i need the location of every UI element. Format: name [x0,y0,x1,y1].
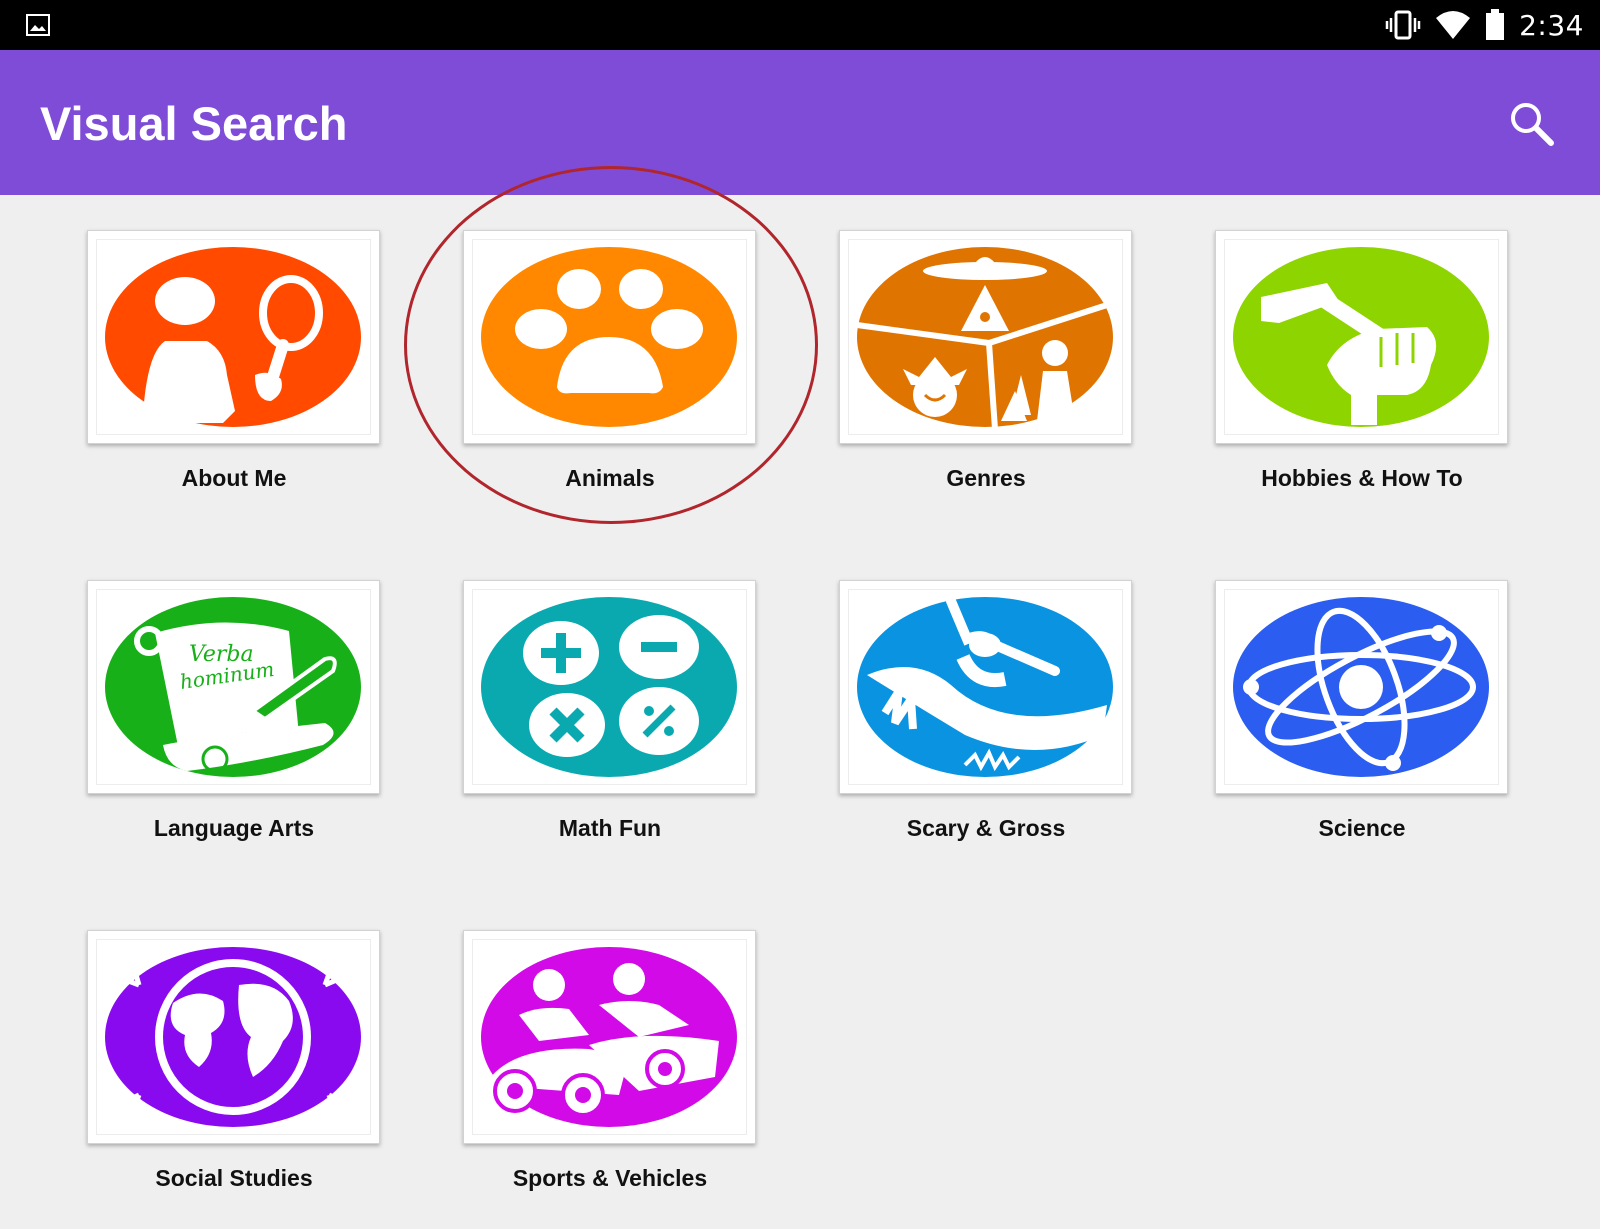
tile-image-frame [472,589,747,785]
search-button[interactable] [1506,98,1558,150]
math-symbols-icon [481,597,737,777]
category-tile-language-arts[interactable]: Verba hominum [87,580,380,794]
category-label: Language Arts [153,815,315,841]
icon-background-oval [105,247,361,427]
status-icons: 2:34 [1385,6,1584,44]
genres-icon [856,247,1113,429]
hammer-fist-icon [1233,247,1489,427]
category-label: Scary & Gross [906,815,1066,841]
category-tile-about-me[interactable] [87,230,380,444]
icon-background-oval [105,947,361,1127]
tile-image-frame [848,589,1123,785]
category-label: Social Studies [155,1165,313,1191]
category-tile-sports-vehicles[interactable] [463,930,756,1144]
category-label: Genres [946,465,1026,491]
category-label: Hobbies & How To [1261,465,1463,491]
search-icon [1511,103,1554,146]
tile-image-frame [96,939,371,1135]
category-tile-scary-gross[interactable] [839,580,1132,794]
category-tile-genres[interactable] [839,230,1132,444]
category-tile-animals[interactable] [463,230,756,444]
image-notification-icon [26,14,50,36]
status-bar: 2:34 [0,0,1600,50]
category-label: Science [1318,815,1406,841]
app-bar: Visual Search [0,50,1600,195]
battery-icon [1486,9,1505,40]
tile-image-frame [1224,589,1499,785]
tile-image-frame: Verba hominum [96,589,371,785]
slide-creature-icon [857,596,1113,777]
person-magnifier-icon [105,247,361,427]
category-tile-math-fun[interactable] [463,580,756,794]
category-label: Math Fun [558,815,662,841]
go-kart-icon [481,947,737,1127]
category-tile-hobbies[interactable] [1215,230,1508,444]
status-time: 2:34 [1519,8,1584,42]
tile-image-frame [1224,239,1499,435]
atom-icon [1233,597,1489,777]
page-title: Visual Search [40,97,348,150]
tile-image-frame [96,239,371,435]
tile-image-frame [472,939,747,1135]
category-tile-science[interactable] [1215,580,1508,794]
tile-image-frame [472,239,747,435]
tile-image-frame [848,239,1123,435]
category-label: Sports & Vehicles [512,1165,708,1191]
vibrate-icon [1385,10,1421,40]
category-label: Animals [565,465,655,491]
category-label: About Me [181,465,287,491]
icon-background-oval [481,597,737,777]
globe-icon [105,947,361,1127]
wifi-icon [1436,11,1471,39]
scroll-quill-icon: Verba hominum [105,597,361,777]
category-tile-social-studies[interactable] [87,930,380,1144]
paw-icon [481,247,737,427]
